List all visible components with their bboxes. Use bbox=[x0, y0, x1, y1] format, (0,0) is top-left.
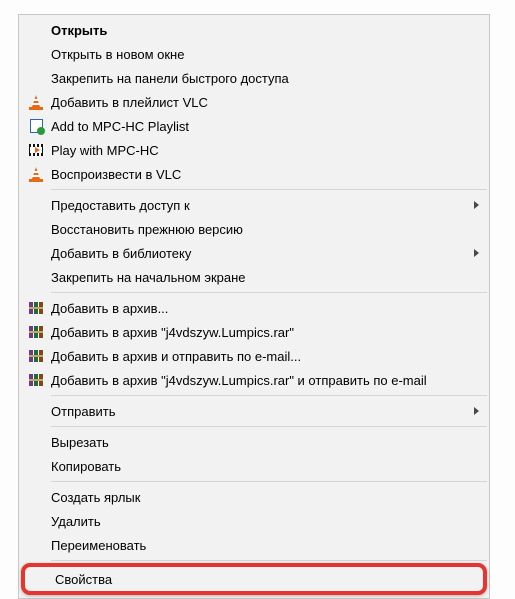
menu-item-pin-quick-access[interactable]: Закрепить на панели быстрого доступа bbox=[21, 66, 487, 90]
menu-item-rar-email-named[interactable]: Добавить в архив "j4vdszyw.Lumpics.rar" … bbox=[21, 368, 487, 392]
menu-item-open-new-window[interactable]: Открыть в новом окне bbox=[21, 42, 487, 66]
vlc-cone-icon bbox=[21, 95, 51, 109]
submenu-arrow-icon bbox=[474, 249, 479, 257]
menu-item-send[interactable]: Отправить bbox=[21, 399, 487, 423]
menu-label: Отправить bbox=[51, 404, 474, 419]
separator bbox=[51, 426, 487, 427]
menu-label: Восстановить прежнюю версию bbox=[51, 222, 479, 237]
highlight-box: Свойства bbox=[21, 563, 487, 595]
menu-item-rename[interactable]: Переименовать bbox=[21, 533, 487, 557]
menu-item-copy[interactable]: Копировать bbox=[21, 454, 487, 478]
menu-label: Добавить в архив "j4vdszyw.Lumpics.rar" bbox=[51, 325, 479, 340]
menu-label: Предоставить доступ к bbox=[51, 198, 474, 213]
menu-label: Удалить bbox=[51, 514, 479, 529]
vlc-cone-icon bbox=[21, 167, 51, 181]
winrar-icon bbox=[21, 301, 51, 315]
menu-label: Копировать bbox=[51, 459, 479, 474]
menu-item-add-library[interactable]: Добавить в библиотеку bbox=[21, 241, 487, 265]
separator bbox=[51, 481, 487, 482]
menu-label: Добавить в архив и отправить по e-mail..… bbox=[51, 349, 479, 364]
menu-item-play-vlc[interactable]: Воспроизвести в VLC bbox=[21, 162, 487, 186]
submenu-arrow-icon bbox=[474, 407, 479, 415]
menu-item-properties[interactable]: Свойства bbox=[25, 567, 483, 591]
winrar-icon bbox=[21, 373, 51, 387]
menu-label: Добавить в архив "j4vdszyw.Lumpics.rar" … bbox=[51, 373, 479, 388]
menu-item-delete[interactable]: Удалить bbox=[21, 509, 487, 533]
menu-item-restore-previous[interactable]: Восстановить прежнюю версию bbox=[21, 217, 487, 241]
menu-label: Создать ярлык bbox=[51, 490, 479, 505]
menu-item-create-shortcut[interactable]: Создать ярлык bbox=[21, 485, 487, 509]
menu-label: Переименовать bbox=[51, 538, 479, 553]
menu-item-add-vlc-playlist[interactable]: Добавить в плейлист VLC bbox=[21, 90, 487, 114]
menu-label: Открыть в новом окне bbox=[51, 47, 479, 62]
menu-label: Воспроизвести в VLC bbox=[51, 167, 479, 182]
menu-label: Вырезать bbox=[51, 435, 479, 450]
winrar-icon bbox=[21, 349, 51, 363]
menu-label: Добавить в библиотеку bbox=[51, 246, 474, 261]
mpc-film-icon bbox=[21, 144, 51, 156]
menu-label: Закрепить на начальном экране bbox=[51, 270, 479, 285]
menu-item-rar-add[interactable]: Добавить в архив... bbox=[21, 296, 487, 320]
context-menu: Открыть Открыть в новом окне Закрепить н… bbox=[18, 14, 490, 599]
menu-item-open[interactable]: Открыть bbox=[21, 18, 487, 42]
menu-label: Play with MPC-HC bbox=[51, 143, 479, 158]
separator bbox=[51, 292, 487, 293]
menu-item-grant-access[interactable]: Предоставить доступ к bbox=[21, 193, 487, 217]
mpc-add-icon: + bbox=[21, 119, 51, 133]
menu-label: Add to MPC-HC Playlist bbox=[51, 119, 479, 134]
menu-item-pin-start[interactable]: Закрепить на начальном экране bbox=[21, 265, 487, 289]
menu-item-play-mpc[interactable]: Play with MPC-HC bbox=[21, 138, 487, 162]
menu-item-add-mpc-playlist[interactable]: + Add to MPC-HC Playlist bbox=[21, 114, 487, 138]
submenu-arrow-icon bbox=[474, 201, 479, 209]
menu-label: Закрепить на панели быстрого доступа bbox=[51, 71, 479, 86]
separator bbox=[51, 189, 487, 190]
menu-label: Открыть bbox=[51, 23, 479, 38]
winrar-icon bbox=[21, 325, 51, 339]
menu-label: Свойства bbox=[55, 572, 475, 587]
menu-label: Добавить в плейлист VLC bbox=[51, 95, 479, 110]
menu-item-rar-email[interactable]: Добавить в архив и отправить по e-mail..… bbox=[21, 344, 487, 368]
menu-item-rar-add-named[interactable]: Добавить в архив "j4vdszyw.Lumpics.rar" bbox=[21, 320, 487, 344]
separator bbox=[51, 560, 487, 561]
menu-item-cut[interactable]: Вырезать bbox=[21, 430, 487, 454]
menu-label: Добавить в архив... bbox=[51, 301, 479, 316]
separator bbox=[51, 395, 487, 396]
